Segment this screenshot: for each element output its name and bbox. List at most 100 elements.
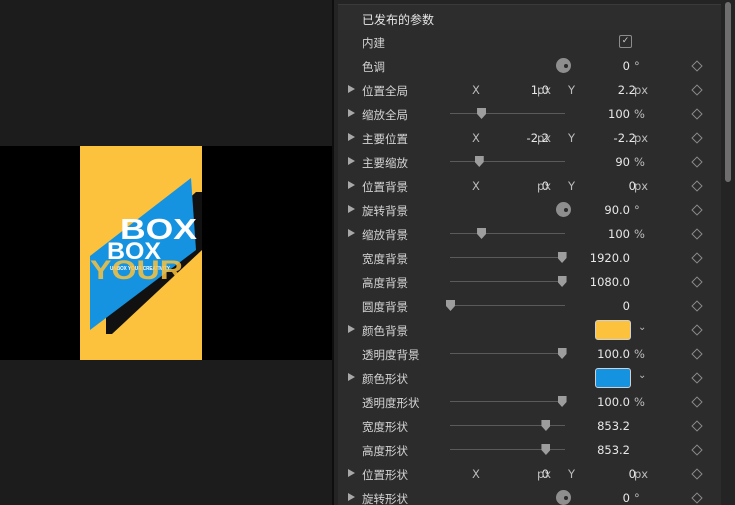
keyframe-diamond-icon[interactable] bbox=[691, 84, 703, 96]
param-value[interactable]: 853.2 bbox=[597, 443, 630, 457]
color-swatch[interactable] bbox=[595, 320, 631, 340]
published-params-header[interactable]: 已发布的参数 bbox=[338, 4, 721, 30]
slider-thumb[interactable] bbox=[557, 276, 567, 287]
keyframe-diamond-icon[interactable] bbox=[691, 252, 703, 264]
param-value[interactable]: 100 bbox=[608, 107, 630, 121]
keyframe-diamond-icon[interactable] bbox=[691, 372, 703, 384]
param-row[interactable]: 缩放全局 100% bbox=[338, 102, 721, 126]
param-row[interactable]: 位置形状 X 0 px Y 0 px bbox=[338, 462, 721, 486]
keyframe-diamond-icon[interactable] bbox=[691, 468, 703, 480]
keyframe-diamond-icon[interactable] bbox=[691, 420, 703, 432]
keyframe-diamond-icon[interactable] bbox=[691, 156, 703, 168]
slider-thumb[interactable] bbox=[541, 444, 551, 455]
slider-track[interactable] bbox=[450, 228, 565, 239]
keyframe-diamond-icon[interactable] bbox=[691, 180, 703, 192]
disclosure-triangle-icon[interactable] bbox=[348, 469, 355, 477]
slider-thumb[interactable] bbox=[557, 252, 567, 263]
keyframe-diamond-icon[interactable] bbox=[691, 348, 703, 360]
slider-thumb[interactable] bbox=[541, 420, 551, 431]
param-value[interactable]: 853.2 bbox=[597, 419, 630, 433]
disclosure-triangle-icon[interactable] bbox=[348, 85, 355, 93]
param-row[interactable]: 色调 0 ° bbox=[338, 54, 721, 78]
keyframe-diamond-icon[interactable] bbox=[691, 396, 703, 408]
disclosure-triangle-icon[interactable] bbox=[348, 373, 355, 381]
disclosure-triangle-icon[interactable] bbox=[348, 205, 355, 213]
rotation-dial-icon[interactable] bbox=[556, 202, 571, 217]
slider-track[interactable] bbox=[450, 108, 565, 119]
param-row[interactable]: 内建 ✓ bbox=[338, 30, 721, 54]
slider-track[interactable] bbox=[450, 276, 567, 287]
param-unit: ° bbox=[634, 59, 640, 73]
viewer-canvas[interactable]: BOX BOX UNBOX YOUR CREATIVITY YOUR bbox=[0, 0, 332, 505]
scrollbar[interactable] bbox=[725, 2, 731, 182]
param-row[interactable]: 位置全局 X 1.0 px Y 2.2 px bbox=[338, 78, 721, 102]
disclosure-triangle-icon[interactable] bbox=[348, 157, 355, 165]
param-row[interactable]: 主要位置 X -2.2 px Y -2.2 px bbox=[338, 126, 721, 150]
slider-thumb[interactable] bbox=[477, 228, 487, 239]
disclosure-triangle-icon[interactable] bbox=[348, 325, 355, 333]
disclosure-triangle-icon[interactable] bbox=[348, 181, 355, 189]
rotation-dial-icon[interactable] bbox=[556, 58, 571, 73]
slider-thumb[interactable] bbox=[477, 108, 487, 119]
slider-track[interactable] bbox=[446, 300, 565, 311]
param-value[interactable]: 90.0 bbox=[604, 203, 630, 217]
param-value[interactable]: 100.0 bbox=[597, 347, 630, 361]
color-swatch[interactable] bbox=[595, 368, 631, 388]
disclosure-triangle-icon[interactable] bbox=[348, 133, 355, 141]
param-value[interactable]: 100.0 bbox=[597, 395, 630, 409]
keyframe-diamond-icon[interactable] bbox=[691, 324, 703, 336]
param-row[interactable]: 主要缩放 90% bbox=[338, 150, 721, 174]
param-unit: ° bbox=[634, 491, 640, 505]
checkbox-icon[interactable]: ✓ bbox=[619, 35, 632, 48]
param-row[interactable]: 圆度背景 0 bbox=[338, 294, 721, 318]
disclosure-triangle-icon[interactable] bbox=[348, 229, 355, 237]
keyframe-diamond-icon[interactable] bbox=[691, 228, 703, 240]
keyframe-diamond-icon[interactable] bbox=[691, 204, 703, 216]
slider-track[interactable] bbox=[450, 420, 565, 431]
slider-track[interactable] bbox=[450, 156, 565, 167]
param-row[interactable]: 高度形状 853.2 bbox=[338, 438, 721, 462]
param-row[interactable]: 宽度形状 853.2 bbox=[338, 414, 721, 438]
param-value[interactable]: 1920.0 bbox=[590, 251, 630, 265]
y-value-field[interactable]: -2.2 bbox=[614, 131, 636, 145]
keyframe-diamond-icon[interactable] bbox=[691, 276, 703, 288]
param-row[interactable]: 旋转背景 90.0 ° bbox=[338, 198, 721, 222]
param-value[interactable]: 1080.0 bbox=[590, 275, 630, 289]
param-value[interactable]: 100 bbox=[608, 227, 630, 241]
chevron-down-icon[interactable]: ⌄ bbox=[638, 322, 646, 333]
keyframe-diamond-icon[interactable] bbox=[691, 108, 703, 120]
keyframe-diamond-icon[interactable] bbox=[691, 300, 703, 312]
param-row[interactable]: 高度背景 1080.0 bbox=[338, 270, 721, 294]
param-label: 透明度背景 bbox=[362, 348, 420, 362]
slider-track[interactable] bbox=[450, 348, 567, 359]
param-value[interactable]: 0 bbox=[623, 299, 630, 313]
param-label: 高度背景 bbox=[362, 276, 408, 290]
param-row[interactable]: 宽度背景 1920.0 bbox=[338, 246, 721, 270]
slider-track[interactable] bbox=[450, 252, 567, 263]
keyframe-diamond-icon[interactable] bbox=[691, 132, 703, 144]
disclosure-triangle-icon[interactable] bbox=[348, 109, 355, 117]
param-row[interactable]: 透明度背景 100.0% bbox=[338, 342, 721, 366]
slider-thumb[interactable] bbox=[557, 348, 567, 359]
rotation-dial-icon[interactable] bbox=[556, 490, 571, 505]
param-row[interactable]: 颜色形状 ⌄ bbox=[338, 366, 721, 390]
param-value[interactable]: 0 bbox=[623, 59, 630, 73]
param-row[interactable]: 缩放背景 100% bbox=[338, 222, 721, 246]
slider-thumb[interactable] bbox=[557, 396, 567, 407]
param-row[interactable]: 位置背景 X 0 px Y 0 px bbox=[338, 174, 721, 198]
param-row[interactable]: 颜色背景 ⌄ bbox=[338, 318, 721, 342]
slider-thumb[interactable] bbox=[474, 156, 484, 167]
keyframe-diamond-icon[interactable] bbox=[691, 492, 703, 504]
x-label: X bbox=[472, 83, 480, 97]
param-row[interactable]: 透明度形状 100.0% bbox=[338, 390, 721, 414]
slider-track[interactable] bbox=[450, 396, 567, 407]
param-row[interactable]: 旋转形状 0 ° bbox=[338, 486, 721, 505]
param-value[interactable]: 0 bbox=[623, 491, 630, 505]
param-value[interactable]: 90 bbox=[615, 155, 630, 169]
keyframe-diamond-icon[interactable] bbox=[691, 444, 703, 456]
slider-thumb[interactable] bbox=[446, 300, 455, 311]
keyframe-diamond-icon[interactable] bbox=[691, 60, 703, 72]
disclosure-triangle-icon[interactable] bbox=[348, 493, 355, 501]
slider-track[interactable] bbox=[450, 444, 565, 455]
chevron-down-icon[interactable]: ⌄ bbox=[638, 370, 646, 381]
